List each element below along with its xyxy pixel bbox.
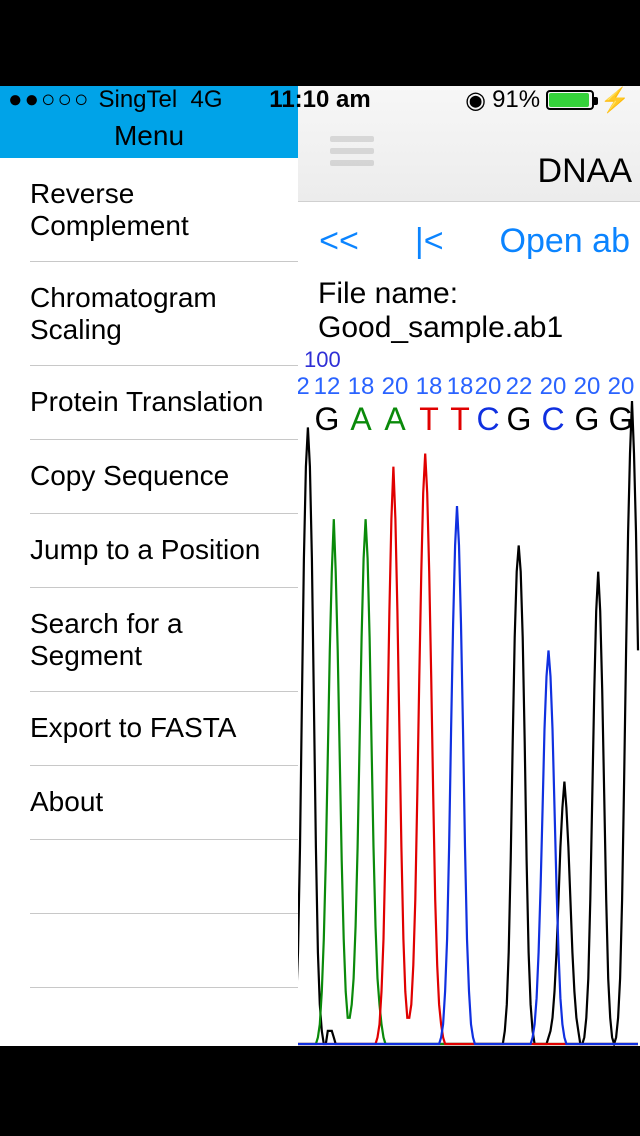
drawer-title: Menu	[114, 120, 184, 152]
drawer-item-copy-sequence[interactable]: Copy Sequence	[0, 440, 298, 514]
side-drawer: Menu Reverse ComplementChromatogram Scal…	[0, 86, 298, 1046]
drawer-empty-row	[0, 840, 298, 914]
chromatogram[interactable]	[290, 386, 640, 1046]
drawer-empty-row	[0, 914, 298, 988]
drawer-item-chromatogram-scaling[interactable]: Chromatogram Scaling	[0, 262, 298, 366]
drawer-item-export-to-fasta[interactable]: Export to FASTA	[0, 692, 298, 766]
trace-A	[292, 519, 638, 1044]
drawer-header: Menu	[0, 86, 298, 158]
menu-icon[interactable]	[330, 136, 374, 168]
drawer-item-protein-translation[interactable]: Protein Translation	[0, 366, 298, 440]
drawer-empty-row	[0, 988, 298, 1046]
drawer-item-reverse-complement[interactable]: Reverse Complement	[0, 158, 298, 262]
drawer-item-search-for-a-segment[interactable]: Search for a Segment	[0, 588, 298, 692]
nav-prev-button[interactable]: <<	[319, 222, 359, 261]
nav-start-button[interactable]: |<	[415, 222, 444, 261]
open-file-button[interactable]: Open ab	[500, 222, 630, 261]
drawer-item-jump-to-a-position[interactable]: Jump to a Position	[0, 514, 298, 588]
app-title: DNAA	[538, 152, 632, 191]
drawer-item-about[interactable]: About	[0, 766, 298, 840]
